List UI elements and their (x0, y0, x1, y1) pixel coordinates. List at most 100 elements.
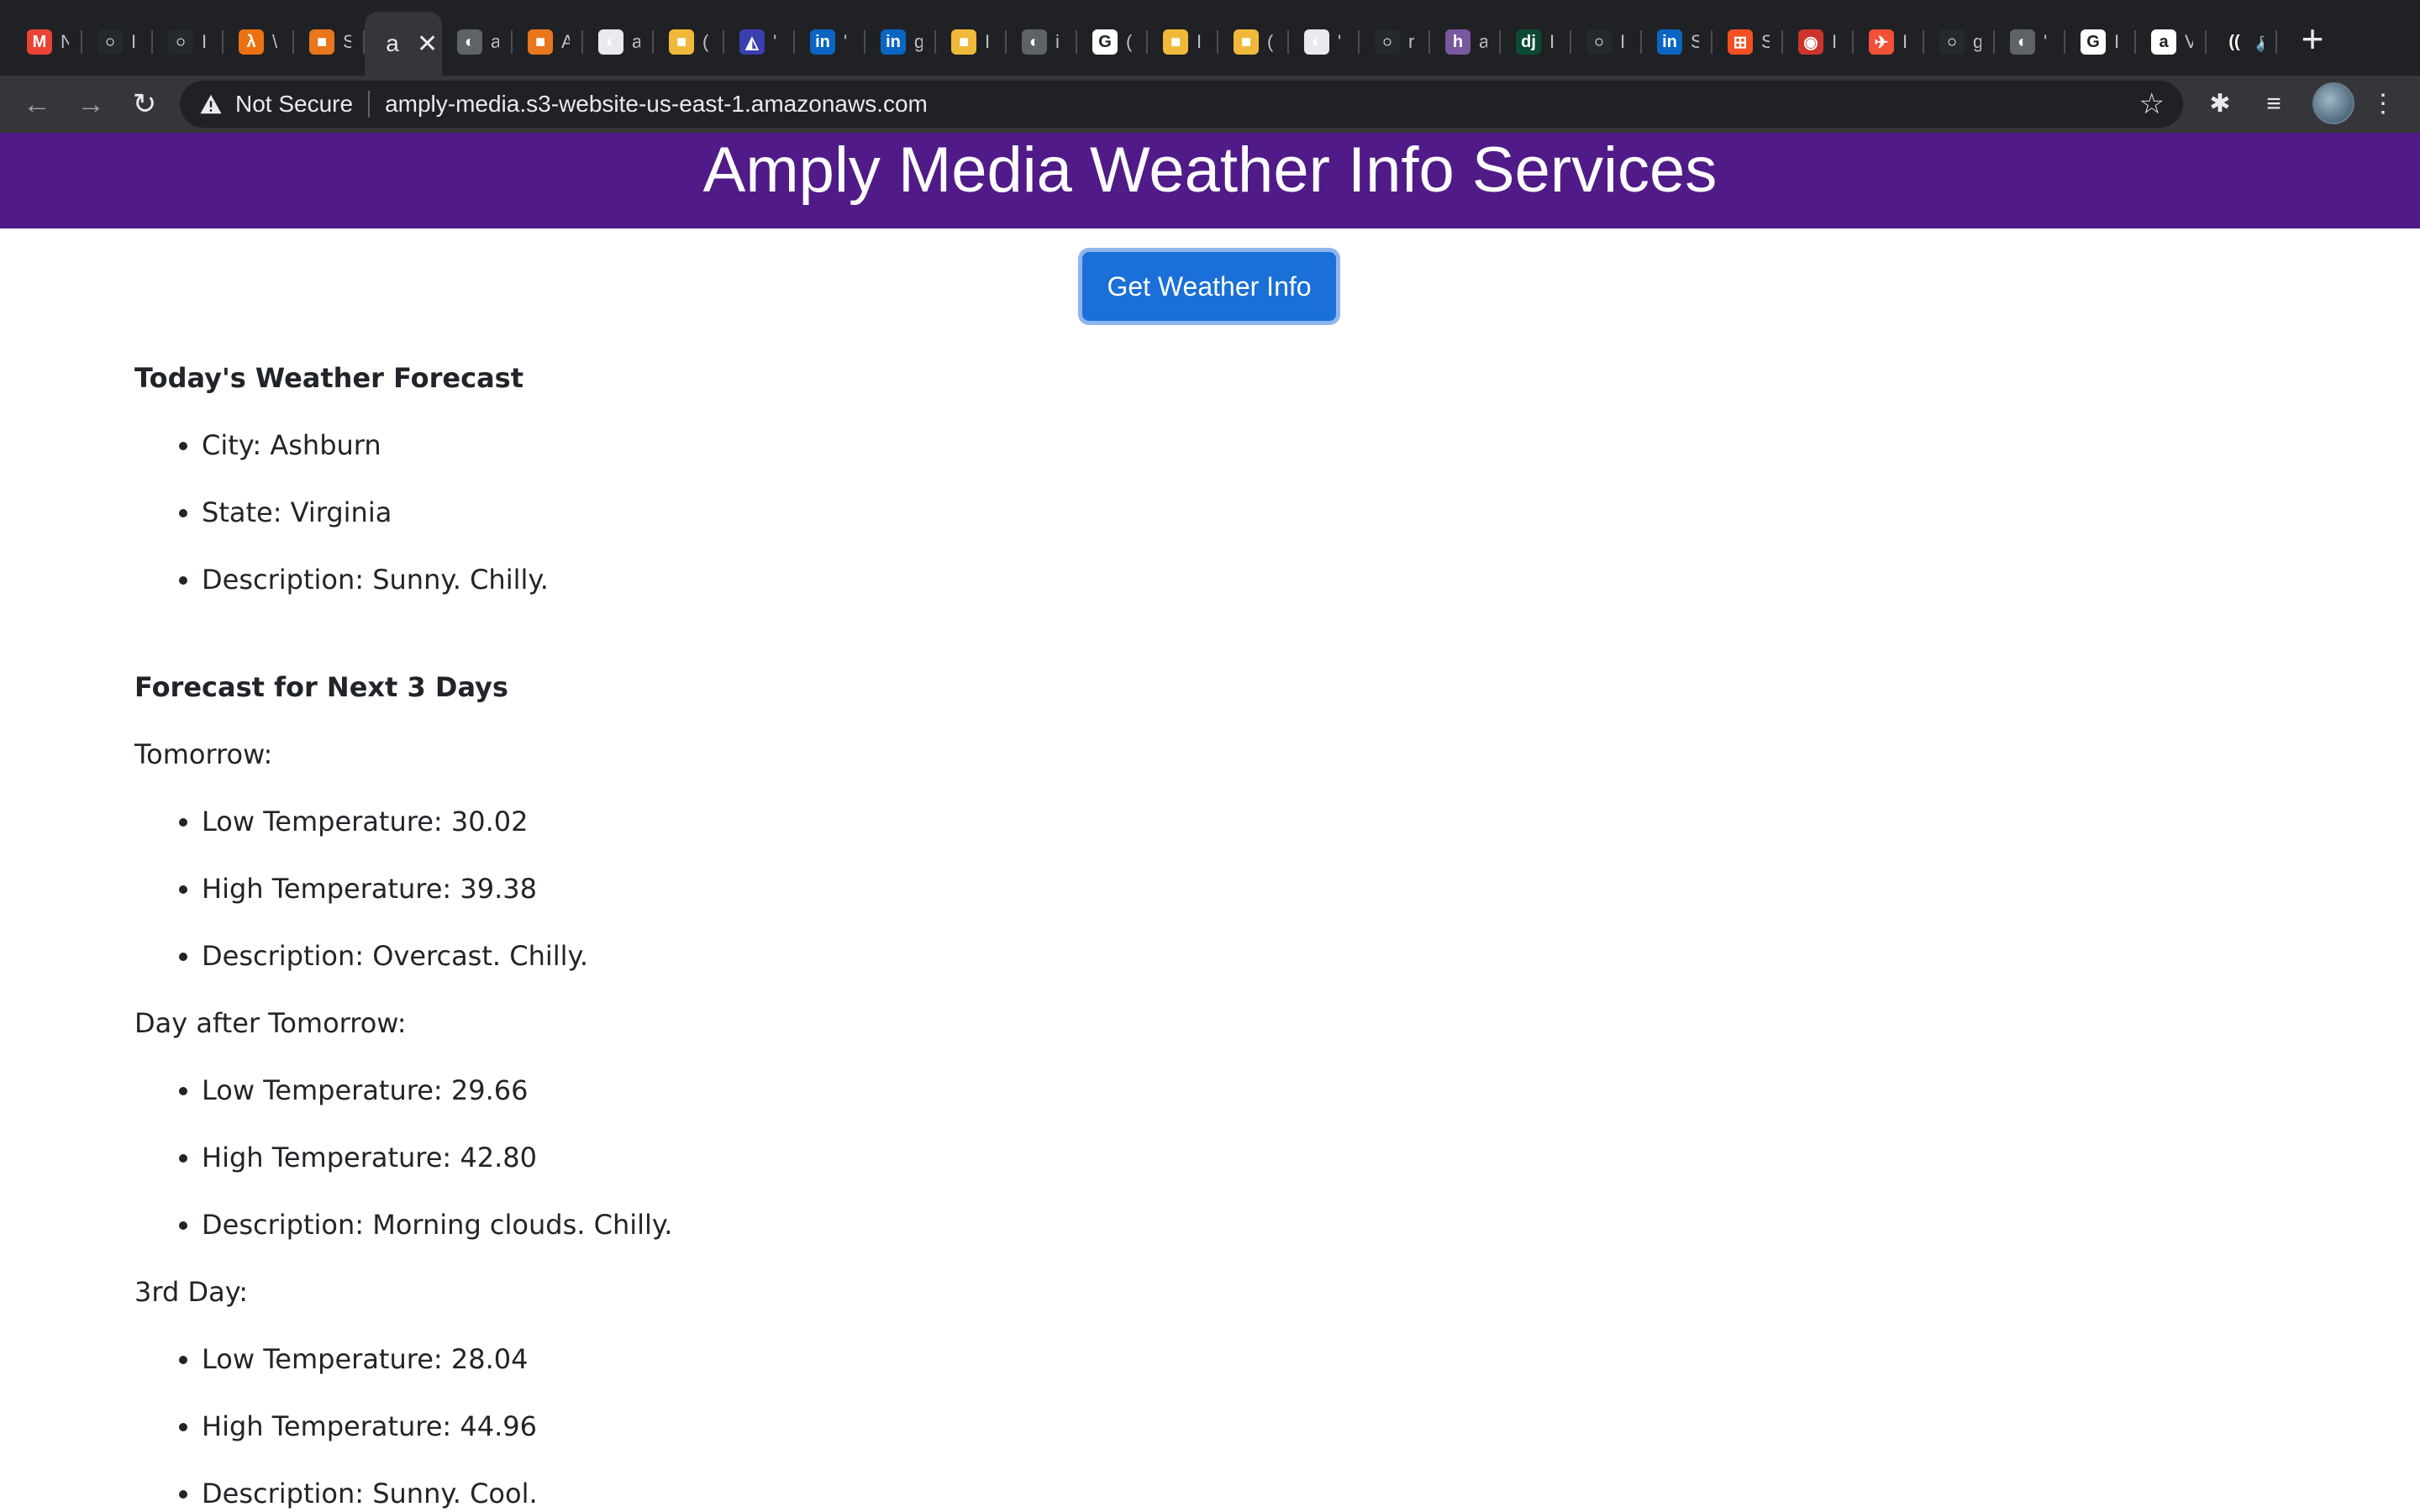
browser-tab[interactable]: ■( (1218, 18, 1289, 66)
back-button[interactable]: ← (18, 86, 55, 123)
browser-tab[interactable]: ○ I (1571, 18, 1642, 66)
profile-avatar[interactable] (2312, 82, 2354, 124)
gmail-icon: M (27, 29, 52, 55)
browser-tab[interactable]: a ✕ (365, 12, 442, 76)
globe-icon: ◐ (2010, 29, 2035, 55)
menu-kebab-icon[interactable]: ⋮ (2365, 86, 2402, 123)
tab-title: N (60, 31, 69, 52)
forward-button[interactable]: → (72, 86, 109, 123)
header-banner: Amply Media Weather Info Services (0, 133, 2420, 228)
day-2-label: Day after Tomorrow: (134, 1007, 407, 1039)
package-icon: ■ (951, 29, 976, 55)
url-text[interactable]: amply-media.s3-website-us-east-1.amazona… (385, 91, 928, 118)
browser-tab[interactable]: dj I (1501, 18, 1571, 66)
browser-tab[interactable]: in ' (795, 18, 865, 66)
amazon-letter-icon: a (386, 30, 399, 56)
browser-tab[interactable]: ((🔈 (2207, 18, 2277, 66)
ruby-icon: ◉ (1798, 29, 1823, 55)
day-2-low: Low Temperature: 29.66 (202, 1074, 2151, 1107)
browser-tab[interactable]: ○ I (82, 18, 153, 66)
get-weather-info-button[interactable]: Get Weather Info (1082, 252, 1336, 321)
today-state: State: Virginia (202, 496, 2151, 529)
browser-tab[interactable]: ◉ I (1783, 18, 1854, 66)
swift-icon: ✈ (1869, 29, 1894, 55)
tab-title: I (1902, 31, 1908, 52)
browser-tab[interactable]: in S (1642, 18, 1712, 66)
github-icon: ○ (1375, 29, 1400, 55)
tab-title: a (491, 31, 499, 52)
day-1-low: Low Temperature: 30.02 (202, 805, 2151, 838)
omnibox-divider (368, 91, 371, 118)
package-icon: ■ (1163, 29, 1188, 55)
globe-icon: ◐ (457, 29, 482, 55)
page-title: Amply Media Weather Info Services (702, 134, 1718, 206)
aws-lambda-icon: λ (239, 29, 264, 55)
browser-tab[interactable]: ■ I (936, 18, 1007, 66)
bookmark-star-icon[interactable]: ☆ (2139, 87, 2165, 121)
tab-title: ' (1338, 31, 1342, 52)
tab-title: ' (2044, 31, 2048, 52)
tab-title: ' (773, 31, 777, 52)
tab-title: I (202, 31, 208, 52)
browser-tab[interactable]: ha (1430, 18, 1501, 66)
address-bar[interactable]: Not Secure amply-media.s3-website-us-eas… (180, 81, 2183, 128)
day-1-list: Low Temperature: 30.02 High Temperature:… (134, 805, 2151, 973)
close-tab-icon[interactable]: ✕ (417, 29, 438, 59)
tab-title: g (1973, 31, 1981, 52)
tab-title: \ (272, 31, 278, 52)
browser-tab[interactable]: ✈ I (1854, 18, 1924, 66)
tab-title: ( (702, 31, 709, 52)
tab-title: S (1691, 31, 1699, 52)
browser-tab[interactable]: ○ r (1360, 18, 1430, 66)
reload-button[interactable]: ↻ (126, 86, 163, 123)
new-tab-button[interactable]: + (2294, 19, 2331, 58)
django-icon: dj (1516, 29, 1541, 55)
browser-tab[interactable]: in g (865, 18, 936, 66)
media-queue-icon[interactable]: ≡ (2255, 86, 2292, 123)
browser-tab[interactable]: G( (1077, 18, 1148, 66)
browser-tab[interactable]: ■( (654, 18, 724, 66)
amazon-icon: a (2151, 29, 2176, 55)
globe-icon: ◐ (1022, 29, 1047, 55)
today-city: City: Ashburn (202, 428, 2151, 462)
day-3-label: 3rd Day: (134, 1276, 249, 1308)
security-label[interactable]: Not Secure (235, 91, 353, 118)
tab-title: I (985, 31, 991, 52)
extensions-icon[interactable]: ✱ (2202, 86, 2238, 123)
browser-tab[interactable]: ■ S (294, 18, 365, 66)
day-1-label: Tomorrow: (134, 738, 273, 770)
globe-icon: ◐ (1304, 29, 1329, 55)
tab-title: I (1197, 31, 1202, 52)
tab-title: g (914, 31, 923, 52)
tab-strip: M N ○ I ○ Iλ \ ■ Sa ✕ ◐ a ■ A ◐ a ■(◭ ' in ' in g ■ I ◐ i G(■ I ■(◐ '… (0, 0, 2420, 76)
github-icon: ○ (97, 29, 123, 55)
browser-tab[interactable]: aV (2136, 18, 2207, 66)
browser-tab[interactable]: ◐ a (442, 18, 513, 66)
day-1-high: High Temperature: 39.38 (202, 872, 2151, 906)
browser-tab[interactable]: ○ g (1924, 18, 1995, 66)
globe-icon: ◐ (598, 29, 623, 55)
tab-title: a (1479, 31, 1487, 52)
tab-title: a (632, 31, 640, 52)
browser-tab[interactable]: ○ I (153, 18, 224, 66)
linkedin-icon: in (881, 29, 906, 55)
browser-tab[interactable]: ■ I (1148, 18, 1218, 66)
audio-icon: (( (2222, 29, 2247, 55)
browser-tab[interactable]: ◐ i (1007, 18, 1077, 66)
browser-tab[interactable]: ◭ ' (724, 18, 795, 66)
browser-tab[interactable]: ◐ ' (1995, 18, 2065, 66)
browser-tab[interactable]: ◐ a (583, 18, 654, 66)
tab-title: I (2114, 31, 2120, 52)
browser-tab[interactable]: ■ A (513, 18, 583, 66)
tab-title: r (1408, 31, 1415, 52)
google-icon: G (1092, 29, 1118, 55)
tab-title: A (561, 31, 570, 52)
tab-title: S (1761, 31, 1770, 52)
browser-tab[interactable]: MN (12, 18, 82, 66)
vega-icon: ◭ (739, 29, 765, 55)
warning-icon[interactable] (198, 92, 224, 117)
browser-tab[interactable]: ◐ ' (1289, 18, 1360, 66)
browser-tab[interactable]: GI (2065, 18, 2136, 66)
browser-tab[interactable]: λ \ (224, 18, 294, 66)
browser-tab[interactable]: ⊞ S (1712, 18, 1783, 66)
